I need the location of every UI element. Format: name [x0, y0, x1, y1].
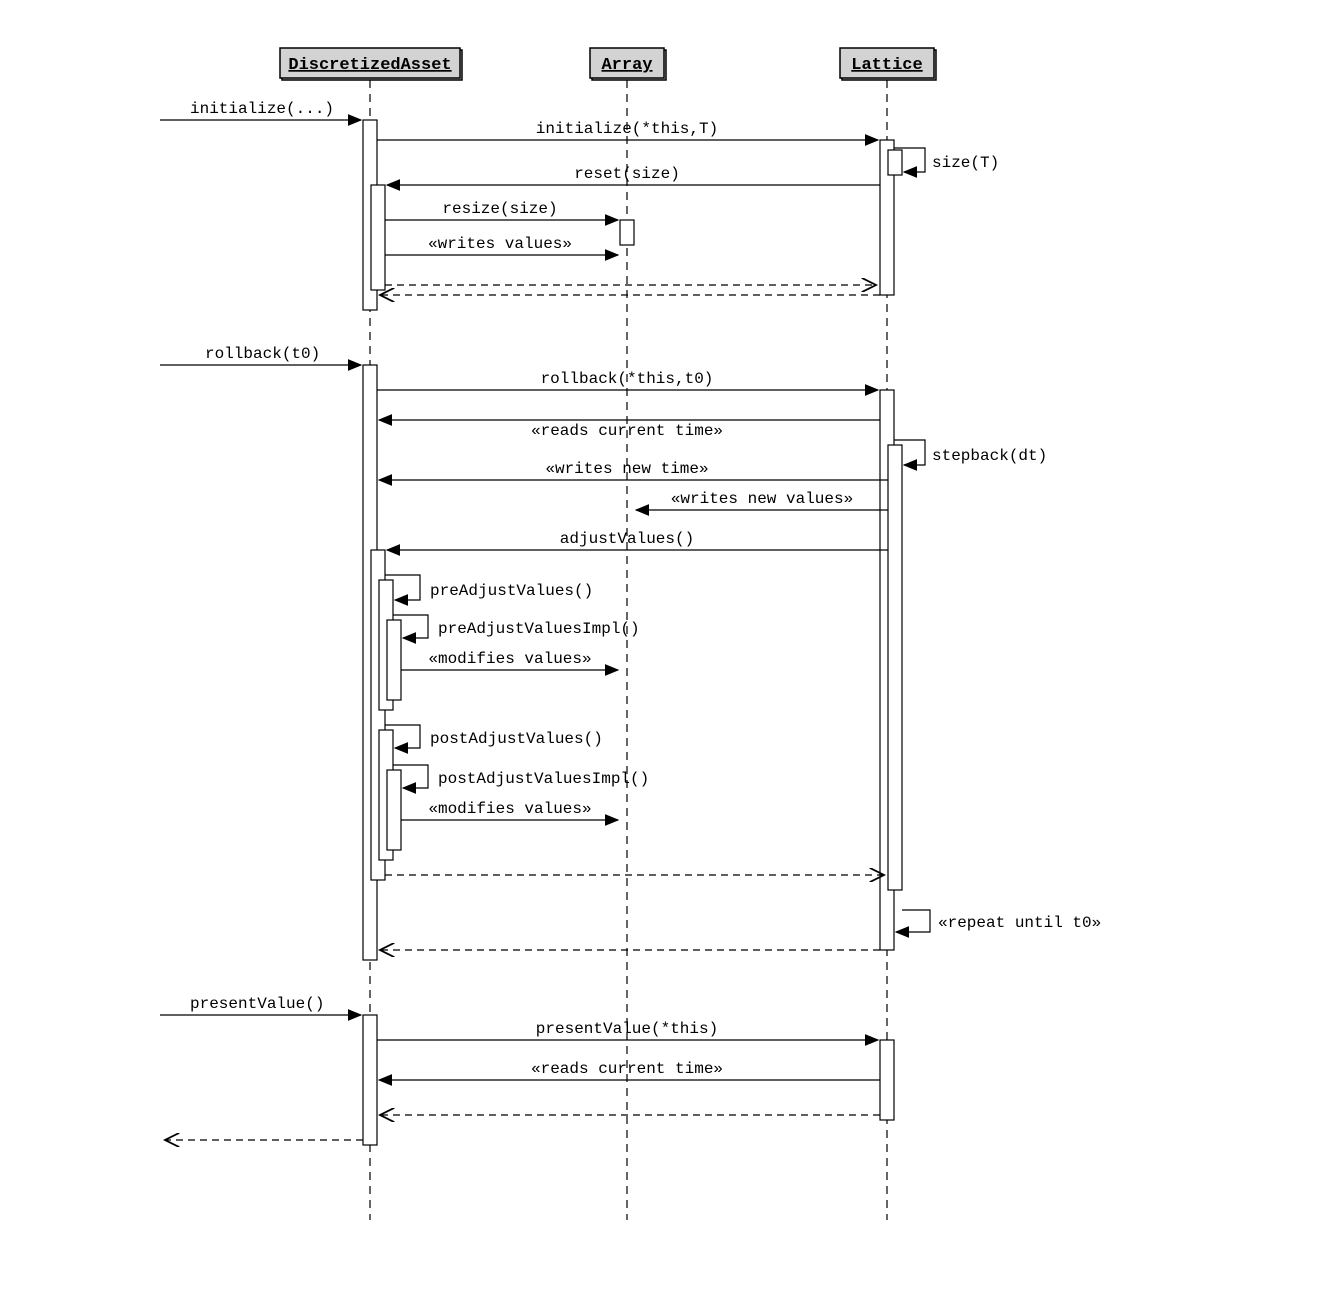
activation	[363, 1015, 377, 1145]
activation	[387, 770, 401, 850]
msg-label: «writes new values»	[671, 490, 853, 508]
participant-label: Lattice	[851, 56, 922, 75]
participant-discretized-asset: DiscretizedAsset	[280, 48, 462, 80]
msg-label: rollback(t0)	[205, 345, 320, 363]
msg-label: initialize(...)	[190, 100, 334, 118]
activation	[371, 185, 385, 290]
participant-lattice: Lattice	[840, 48, 936, 80]
msg-repeat	[896, 910, 930, 932]
msg-label: «reads current time»	[531, 422, 723, 440]
msg-label: reset(size)	[574, 165, 680, 183]
msg-label: «writes new time»	[545, 460, 708, 478]
activation	[888, 150, 902, 175]
msg-label: stepback(dt)	[932, 447, 1047, 465]
activation	[888, 445, 902, 890]
msg-label: «writes values»	[428, 235, 572, 253]
msg-label: initialize(*this,T)	[536, 120, 718, 138]
sequence-diagram: DiscretizedAsset Array Lattice initializ…	[20, 20, 1321, 1279]
msg-label: rollback(*this,t0)	[541, 370, 714, 388]
msg-label: «reads current time»	[531, 1060, 723, 1078]
participant-label: Array	[601, 56, 652, 75]
msg-label: «repeat until t0»	[938, 914, 1101, 932]
msg-label: size(T)	[932, 154, 999, 172]
activation	[880, 1040, 894, 1120]
activation	[620, 220, 634, 245]
participant-array: Array	[590, 48, 666, 80]
msg-label: resize(size)	[442, 200, 557, 218]
msg-label: postAdjustValues()	[430, 730, 603, 748]
participant-label: DiscretizedAsset	[288, 56, 451, 75]
msg-label: «modifies values»	[428, 800, 591, 818]
msg-label: postAdjustValuesImpl()	[438, 770, 649, 788]
msg-label: presentValue(*this)	[536, 1020, 718, 1038]
activation	[387, 620, 401, 700]
msg-label: preAdjustValues()	[430, 582, 593, 600]
msg-label: «modifies values»	[428, 650, 591, 668]
msg-label: adjustValues()	[560, 530, 694, 548]
msg-label: preAdjustValuesImpl()	[438, 620, 640, 638]
msg-label: presentValue()	[190, 995, 324, 1013]
